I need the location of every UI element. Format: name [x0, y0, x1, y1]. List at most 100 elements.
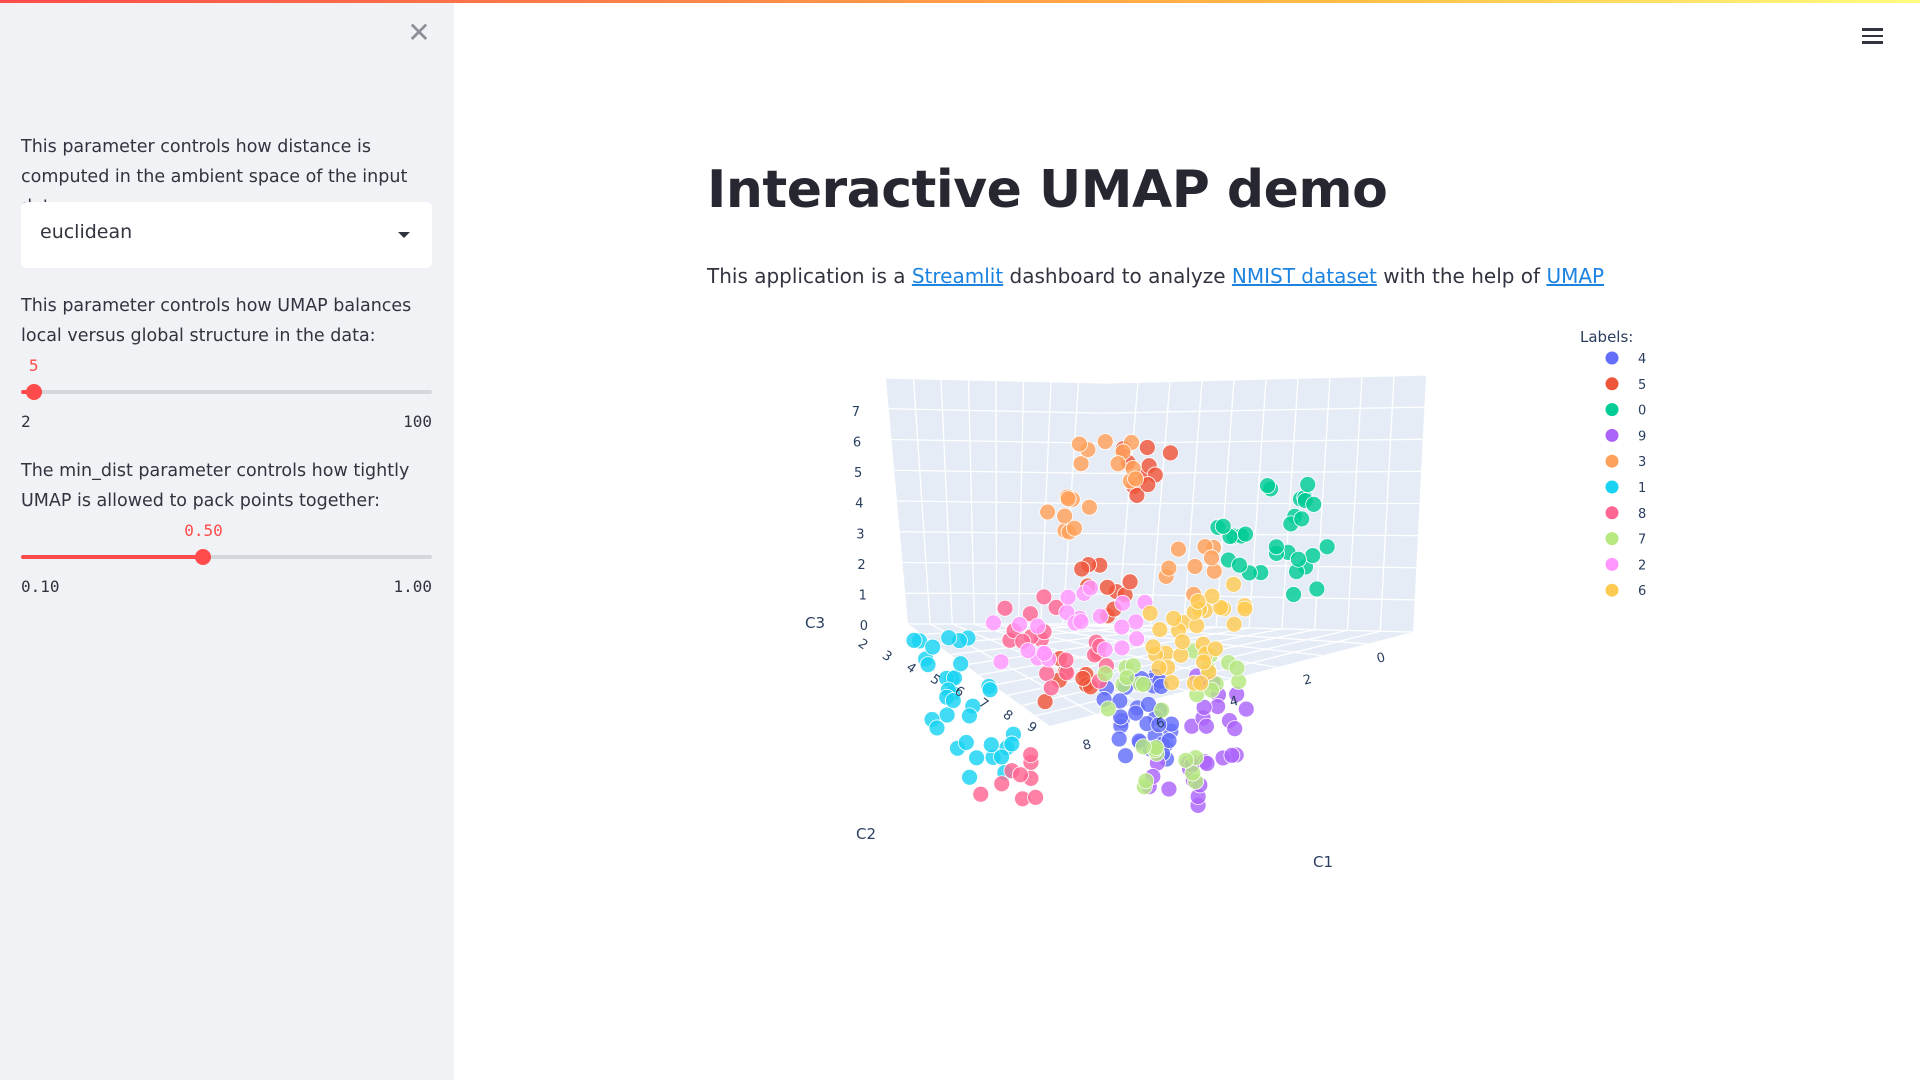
scatter-point-2[interactable] [1114, 594, 1132, 612]
scatter-point-7[interactable] [1177, 751, 1195, 769]
scatter-point-3[interactable] [1127, 470, 1144, 488]
scatter-point-8[interactable] [1012, 766, 1029, 784]
scatter-point-8[interactable] [1057, 651, 1075, 669]
legend-marker-7[interactable] [1605, 532, 1619, 546]
scatter-point-1[interactable] [952, 655, 970, 673]
metric-select[interactable]: euclidean [21, 202, 432, 268]
scatter-point-6[interactable] [1144, 638, 1162, 656]
scatter-point-3[interactable] [1071, 435, 1088, 453]
scatter-point-6[interactable] [1225, 615, 1243, 633]
scatter-point-0[interactable] [1308, 580, 1326, 598]
scatter-point-3[interactable] [1203, 549, 1220, 567]
scatter-point-3[interactable] [1059, 490, 1077, 508]
scatter-point-5[interactable] [1162, 444, 1179, 462]
scatter-point-1[interactable] [928, 719, 946, 737]
legend-label-2[interactable]: 2 [1638, 558, 1646, 573]
legend-marker-5[interactable] [1605, 377, 1619, 391]
scatter-point-1[interactable] [1003, 735, 1021, 753]
scatter-point-7[interactable] [1118, 669, 1136, 686]
scatter-point-1[interactable] [957, 734, 975, 751]
legend-marker-6[interactable] [1605, 583, 1619, 597]
scatter-point-2[interactable] [1127, 613, 1145, 631]
scatter-point-5[interactable] [1074, 670, 1092, 687]
scatter-point-3[interactable] [1109, 455, 1127, 473]
scatter-point-3[interactable] [1170, 540, 1187, 558]
scatter-point-1[interactable] [905, 631, 923, 649]
scatter-point-3[interactable] [1066, 519, 1083, 537]
scatter-point-5[interactable] [1098, 578, 1116, 596]
legend-label-8[interactable]: 8 [1638, 507, 1646, 522]
scatter-point-0[interactable] [1267, 538, 1285, 556]
min-dist-slider[interactable]: 0.50 0.10 1.00 [21, 521, 432, 596]
hamburger-menu-icon[interactable] [1862, 24, 1886, 48]
scatter-point-0[interactable] [1318, 538, 1336, 556]
scatter-point-1[interactable] [968, 749, 985, 767]
scatter-point-1[interactable] [940, 629, 958, 647]
umap-3d-scatter-plot[interactable]: 012345672345678902468 C1 C2 C3 Labels: 4 5… [760, 320, 1760, 940]
scatter-point-9[interactable] [1237, 700, 1255, 718]
scatter-point-6[interactable] [1165, 609, 1183, 627]
legend-marker-1[interactable] [1605, 480, 1619, 494]
scatter-point-7[interactable] [1096, 665, 1114, 683]
scatter-point-3[interactable] [1160, 559, 1178, 577]
scatter-point-7[interactable] [1137, 772, 1155, 790]
scatter-point-1[interactable] [938, 706, 956, 724]
legend-label-1[interactable]: 1 [1638, 481, 1646, 496]
legend-marker-0[interactable] [1605, 403, 1619, 417]
scatter-point-2[interactable] [1029, 617, 1047, 635]
scatter-point-7[interactable] [1099, 700, 1117, 718]
legend-label-9[interactable]: 9 [1638, 429, 1646, 444]
legend-marker-8[interactable] [1605, 506, 1619, 520]
scatter-point-0[interactable] [1285, 586, 1302, 603]
scatter-point-7[interactable] [1228, 659, 1246, 677]
scatter-point-8[interactable] [1035, 588, 1053, 606]
scatter-point-4[interactable] [1117, 747, 1134, 765]
scatter-point-2[interactable] [1113, 639, 1131, 657]
plot-svg[interactable]: 012345672345678902468 C1 C2 C3 Labels:45… [760, 320, 1760, 940]
scatter-point-2[interactable] [1059, 588, 1077, 606]
close-icon[interactable]: ✕ [404, 18, 434, 48]
scatter-point-4[interactable] [1110, 730, 1128, 748]
legend-label-7[interactable]: 7 [1638, 533, 1646, 548]
legend-label-3[interactable]: 3 [1638, 455, 1646, 470]
scatter-point-2[interactable] [1036, 644, 1053, 662]
scatter-point-1[interactable] [919, 656, 937, 674]
scatter-point-0[interactable] [1214, 517, 1232, 535]
scatter-point-9[interactable] [1160, 780, 1178, 798]
dataset-link[interactable]: NMIST dataset [1232, 264, 1377, 288]
scatter-point-9[interactable] [1226, 720, 1244, 737]
scatter-point-8[interactable] [1038, 665, 1056, 682]
streamlit-link[interactable]: Streamlit [912, 264, 1003, 288]
scatter-point-1[interactable] [961, 768, 978, 786]
scatter-point-6[interactable] [1189, 592, 1207, 610]
scatter-point-6[interactable] [1195, 653, 1212, 671]
scatter-point-2[interactable] [1072, 613, 1090, 630]
scatter-point-2[interactable] [984, 614, 1002, 632]
scatter-point-5[interactable] [1073, 560, 1091, 578]
scatter-point-0[interactable] [1259, 477, 1276, 495]
scatter-point-9[interactable] [1197, 717, 1215, 735]
scatter-point-8[interactable] [1027, 788, 1044, 806]
scatter-point-2[interactable] [992, 653, 1010, 671]
scatter-point-3[interactable] [1081, 498, 1098, 516]
legend-label-4[interactable]: 4 [1638, 352, 1646, 367]
scatter-point-8[interactable] [996, 599, 1014, 617]
scatter-point-7[interactable] [1135, 676, 1152, 693]
slider-thumb[interactable] [195, 549, 212, 565]
scatter-point-1[interactable] [982, 736, 1000, 754]
slider-thumb[interactable] [25, 384, 42, 400]
scatter-point-2[interactable] [1011, 615, 1029, 633]
scatter-point-1[interactable] [961, 707, 978, 725]
legend-label-5[interactable]: 5 [1638, 378, 1646, 393]
scatter-point-0[interactable] [1293, 510, 1311, 528]
scatter-point-0[interactable] [1231, 556, 1248, 574]
scatter-point-8[interactable] [972, 785, 990, 803]
scatter-point-7[interactable] [1134, 738, 1152, 756]
scatter-point-9[interactable] [1223, 746, 1241, 764]
scatter-point-6[interactable] [1141, 604, 1159, 622]
legend-marker-2[interactable] [1605, 557, 1619, 571]
legend-marker-4[interactable] [1605, 351, 1619, 365]
legend-marker-9[interactable] [1605, 428, 1619, 442]
scatter-point-6[interactable] [1192, 674, 1210, 692]
scatter-point-6[interactable] [1207, 640, 1224, 658]
